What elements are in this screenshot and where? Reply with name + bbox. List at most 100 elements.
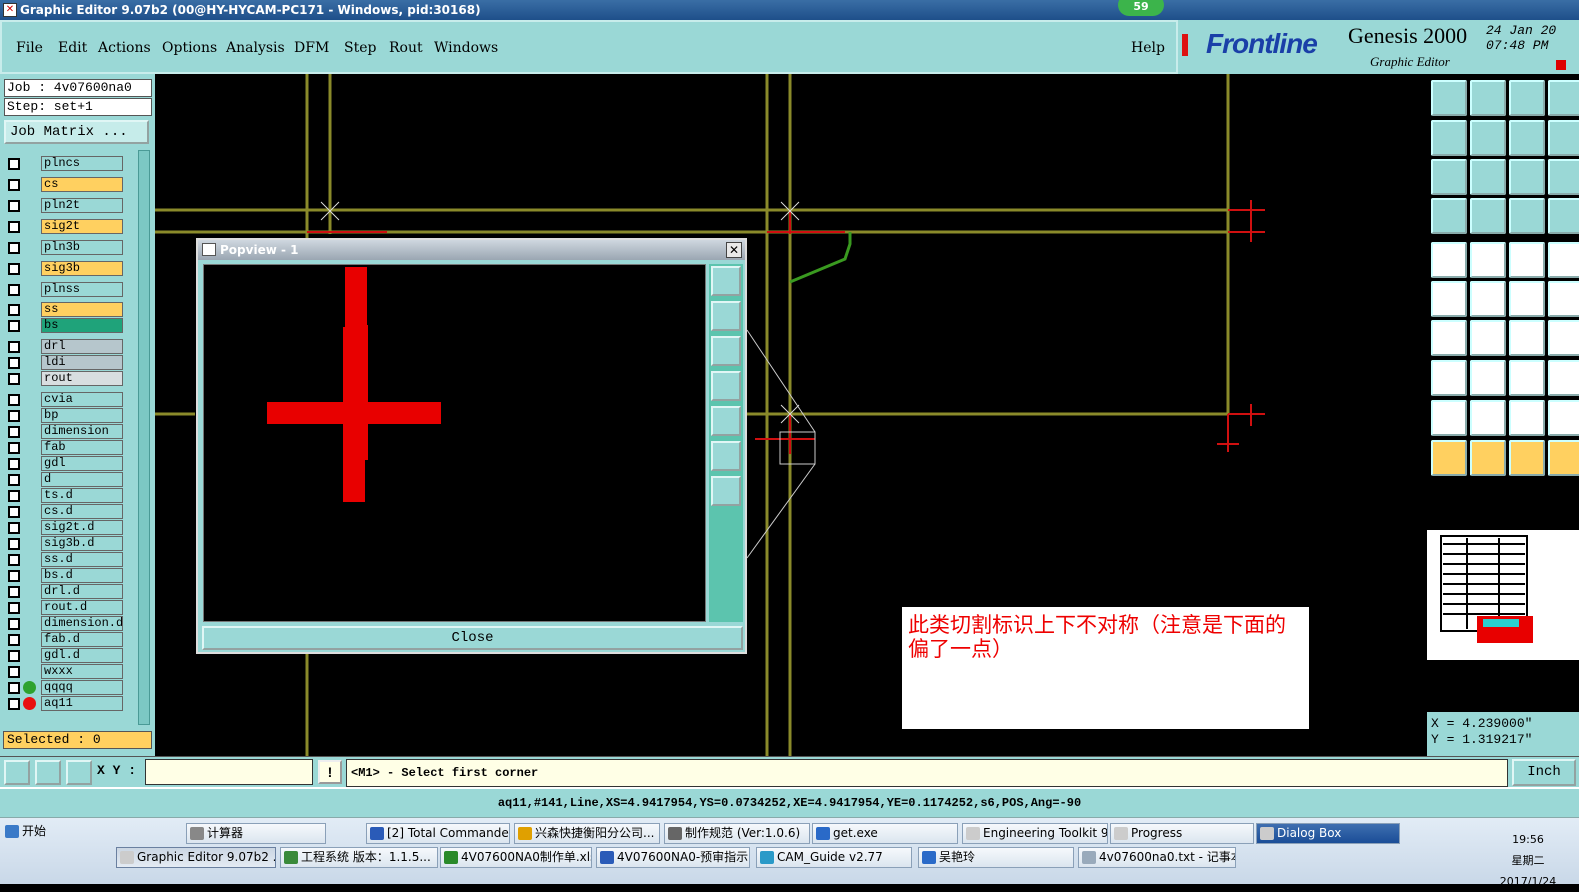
layer-checkbox[interactable]: [8, 410, 20, 422]
layer-checkbox[interactable]: [8, 522, 20, 534]
layer-row[interactable]: sig2t.d: [4, 520, 124, 535]
tool-measure-icon[interactable]: [1431, 198, 1467, 234]
layer-row[interactable]: ss: [4, 302, 124, 317]
tool-circle-icon[interactable]: [1548, 242, 1579, 278]
layer-name[interactable]: ts.d: [41, 488, 123, 503]
layer-checkbox[interactable]: [8, 474, 20, 486]
menu-step[interactable]: Step: [344, 40, 376, 56]
popview-center-button[interactable]: [711, 476, 741, 506]
xy-input[interactable]: [145, 759, 313, 785]
tool-swap-icon[interactable]: [1509, 120, 1545, 156]
layer-row[interactable]: rout.d: [4, 600, 124, 615]
tool-pad-icon[interactable]: [1431, 242, 1467, 278]
layer-name[interactable]: d: [41, 472, 123, 487]
layer-checkbox[interactable]: [8, 221, 20, 233]
layer-checkbox[interactable]: [8, 506, 20, 518]
layer-row[interactable]: cvia: [4, 392, 124, 407]
menu-help[interactable]: Help: [1131, 40, 1165, 56]
layer-checkbox[interactable]: [8, 341, 20, 353]
layer-row[interactable]: dimension: [4, 424, 124, 439]
tool-right-icon[interactable]: [1470, 120, 1506, 156]
layer-name[interactable]: cs.d: [41, 504, 123, 519]
menu-options[interactable]: Options: [162, 40, 217, 56]
tool-one-to-two-icon[interactable]: [1509, 159, 1545, 195]
tool-triangle-icon[interactable]: [1431, 400, 1467, 436]
layer-checkbox[interactable]: [8, 284, 20, 296]
layer-name[interactable]: pln3b: [41, 240, 123, 255]
layer-row[interactable]: d: [4, 472, 124, 487]
layer-name[interactable]: fab.d: [41, 632, 123, 647]
taskbar-item[interactable]: 吴艳玲: [918, 847, 1074, 868]
taskbar-item[interactable]: 制作规范 (Ver:1.0.6): [664, 823, 810, 844]
layer-name[interactable]: plnss: [41, 282, 123, 297]
layer-name[interactable]: bs: [41, 318, 123, 333]
layer-name[interactable]: qqqq: [41, 680, 123, 695]
tool-save-icon[interactable]: [1470, 80, 1506, 116]
menu-actions[interactable]: Actions: [98, 40, 151, 56]
tool-connect-icon[interactable]: [1431, 281, 1467, 317]
layer-checkbox[interactable]: [8, 634, 20, 646]
tool-select-icon[interactable]: [1470, 440, 1506, 476]
layer-name[interactable]: dimension.d: [41, 616, 123, 631]
tool-open-icon[interactable]: [1431, 80, 1467, 116]
layer-row[interactable]: drl.d: [4, 584, 124, 599]
popview-zoom-fit-button[interactable]: [711, 441, 741, 471]
layer-checkbox[interactable]: [8, 179, 20, 191]
layer-name[interactable]: pln2t: [41, 198, 123, 213]
popview-pan-up-button[interactable]: [711, 301, 741, 331]
layer-checkbox[interactable]: [8, 602, 20, 614]
layer-name[interactable]: bs.d: [41, 568, 123, 583]
layer-row[interactable]: pln2t: [4, 198, 124, 213]
tool-zoom-center-icon[interactable]: [1470, 159, 1506, 195]
layer-name[interactable]: drl.d: [41, 584, 123, 599]
taskbar-item[interactable]: 计算器: [186, 823, 326, 844]
menu-dfm[interactable]: DFM: [294, 40, 329, 56]
tool-line-point-icon[interactable]: [1509, 281, 1545, 317]
taskbar-item[interactable]: Dialog Box: [1256, 823, 1400, 844]
layer-name[interactable]: aq11: [41, 696, 123, 711]
tool-layers-icon[interactable]: [1509, 198, 1545, 234]
menu-windows[interactable]: Windows: [434, 40, 498, 56]
layer-checkbox[interactable]: [8, 426, 20, 438]
tool-bracket-icon[interactable]: [1548, 320, 1579, 356]
tool-node-icon[interactable]: [1548, 281, 1579, 317]
snap-grid-icon[interactable]: [66, 760, 92, 785]
snap-angle-icon[interactable]: [35, 760, 61, 785]
popview-canvas[interactable]: [203, 264, 706, 622]
layer-row[interactable]: aq11: [4, 696, 124, 711]
layer-row[interactable]: sig2t: [4, 219, 124, 234]
layer-name[interactable]: cvia: [41, 392, 123, 407]
snap-mode-icon[interactable]: [4, 760, 30, 785]
layer-checkbox[interactable]: [8, 357, 20, 369]
layer-checkbox[interactable]: [8, 490, 20, 502]
tool-select-net-icon[interactable]: [1548, 440, 1579, 476]
layer-checkbox[interactable]: [8, 442, 20, 454]
layer-scrollbar[interactable]: [138, 150, 150, 725]
layer-checkbox[interactable]: [8, 586, 20, 598]
menu-file[interactable]: File: [16, 40, 43, 56]
tool-text-a-icon[interactable]: [1470, 400, 1506, 436]
layer-name[interactable]: dimension: [41, 424, 123, 439]
layer-checkbox[interactable]: [8, 538, 20, 550]
layer-row[interactable]: ss.d: [4, 552, 124, 567]
layer-row[interactable]: sig3b: [4, 261, 124, 276]
system-clock[interactable]: 19:56 星期二 2017/1/24: [1498, 829, 1558, 892]
layer-name[interactable]: plncs: [41, 156, 123, 171]
tool-query-icon[interactable]: [1548, 159, 1579, 195]
tool-frame-icon[interactable]: [1548, 120, 1579, 156]
layer-checkbox[interactable]: [8, 394, 20, 406]
layer-row[interactable]: plncs: [4, 156, 124, 171]
taskbar-item[interactable]: 4V07600NA0-预审指示....: [596, 847, 750, 868]
popview-pan-left-button[interactable]: [711, 371, 741, 401]
taskbar-item[interactable]: Graphic Editor 9.07b2 ...: [116, 847, 276, 868]
start-button[interactable]: 开始: [2, 822, 50, 843]
taskbar-item[interactable]: 兴森快捷衡阳分公司...: [514, 823, 660, 844]
popview-close-button[interactable]: Close: [202, 626, 743, 650]
menu-analysis[interactable]: Analysis: [226, 40, 285, 56]
layer-checkbox[interactable]: [8, 158, 20, 170]
layer-checkbox[interactable]: [8, 570, 20, 582]
layer-row[interactable]: sig3b.d: [4, 536, 124, 551]
overview-map[interactable]: [1427, 530, 1579, 660]
layer-checkbox[interactable]: [8, 682, 20, 694]
layer-row[interactable]: bp: [4, 408, 124, 423]
